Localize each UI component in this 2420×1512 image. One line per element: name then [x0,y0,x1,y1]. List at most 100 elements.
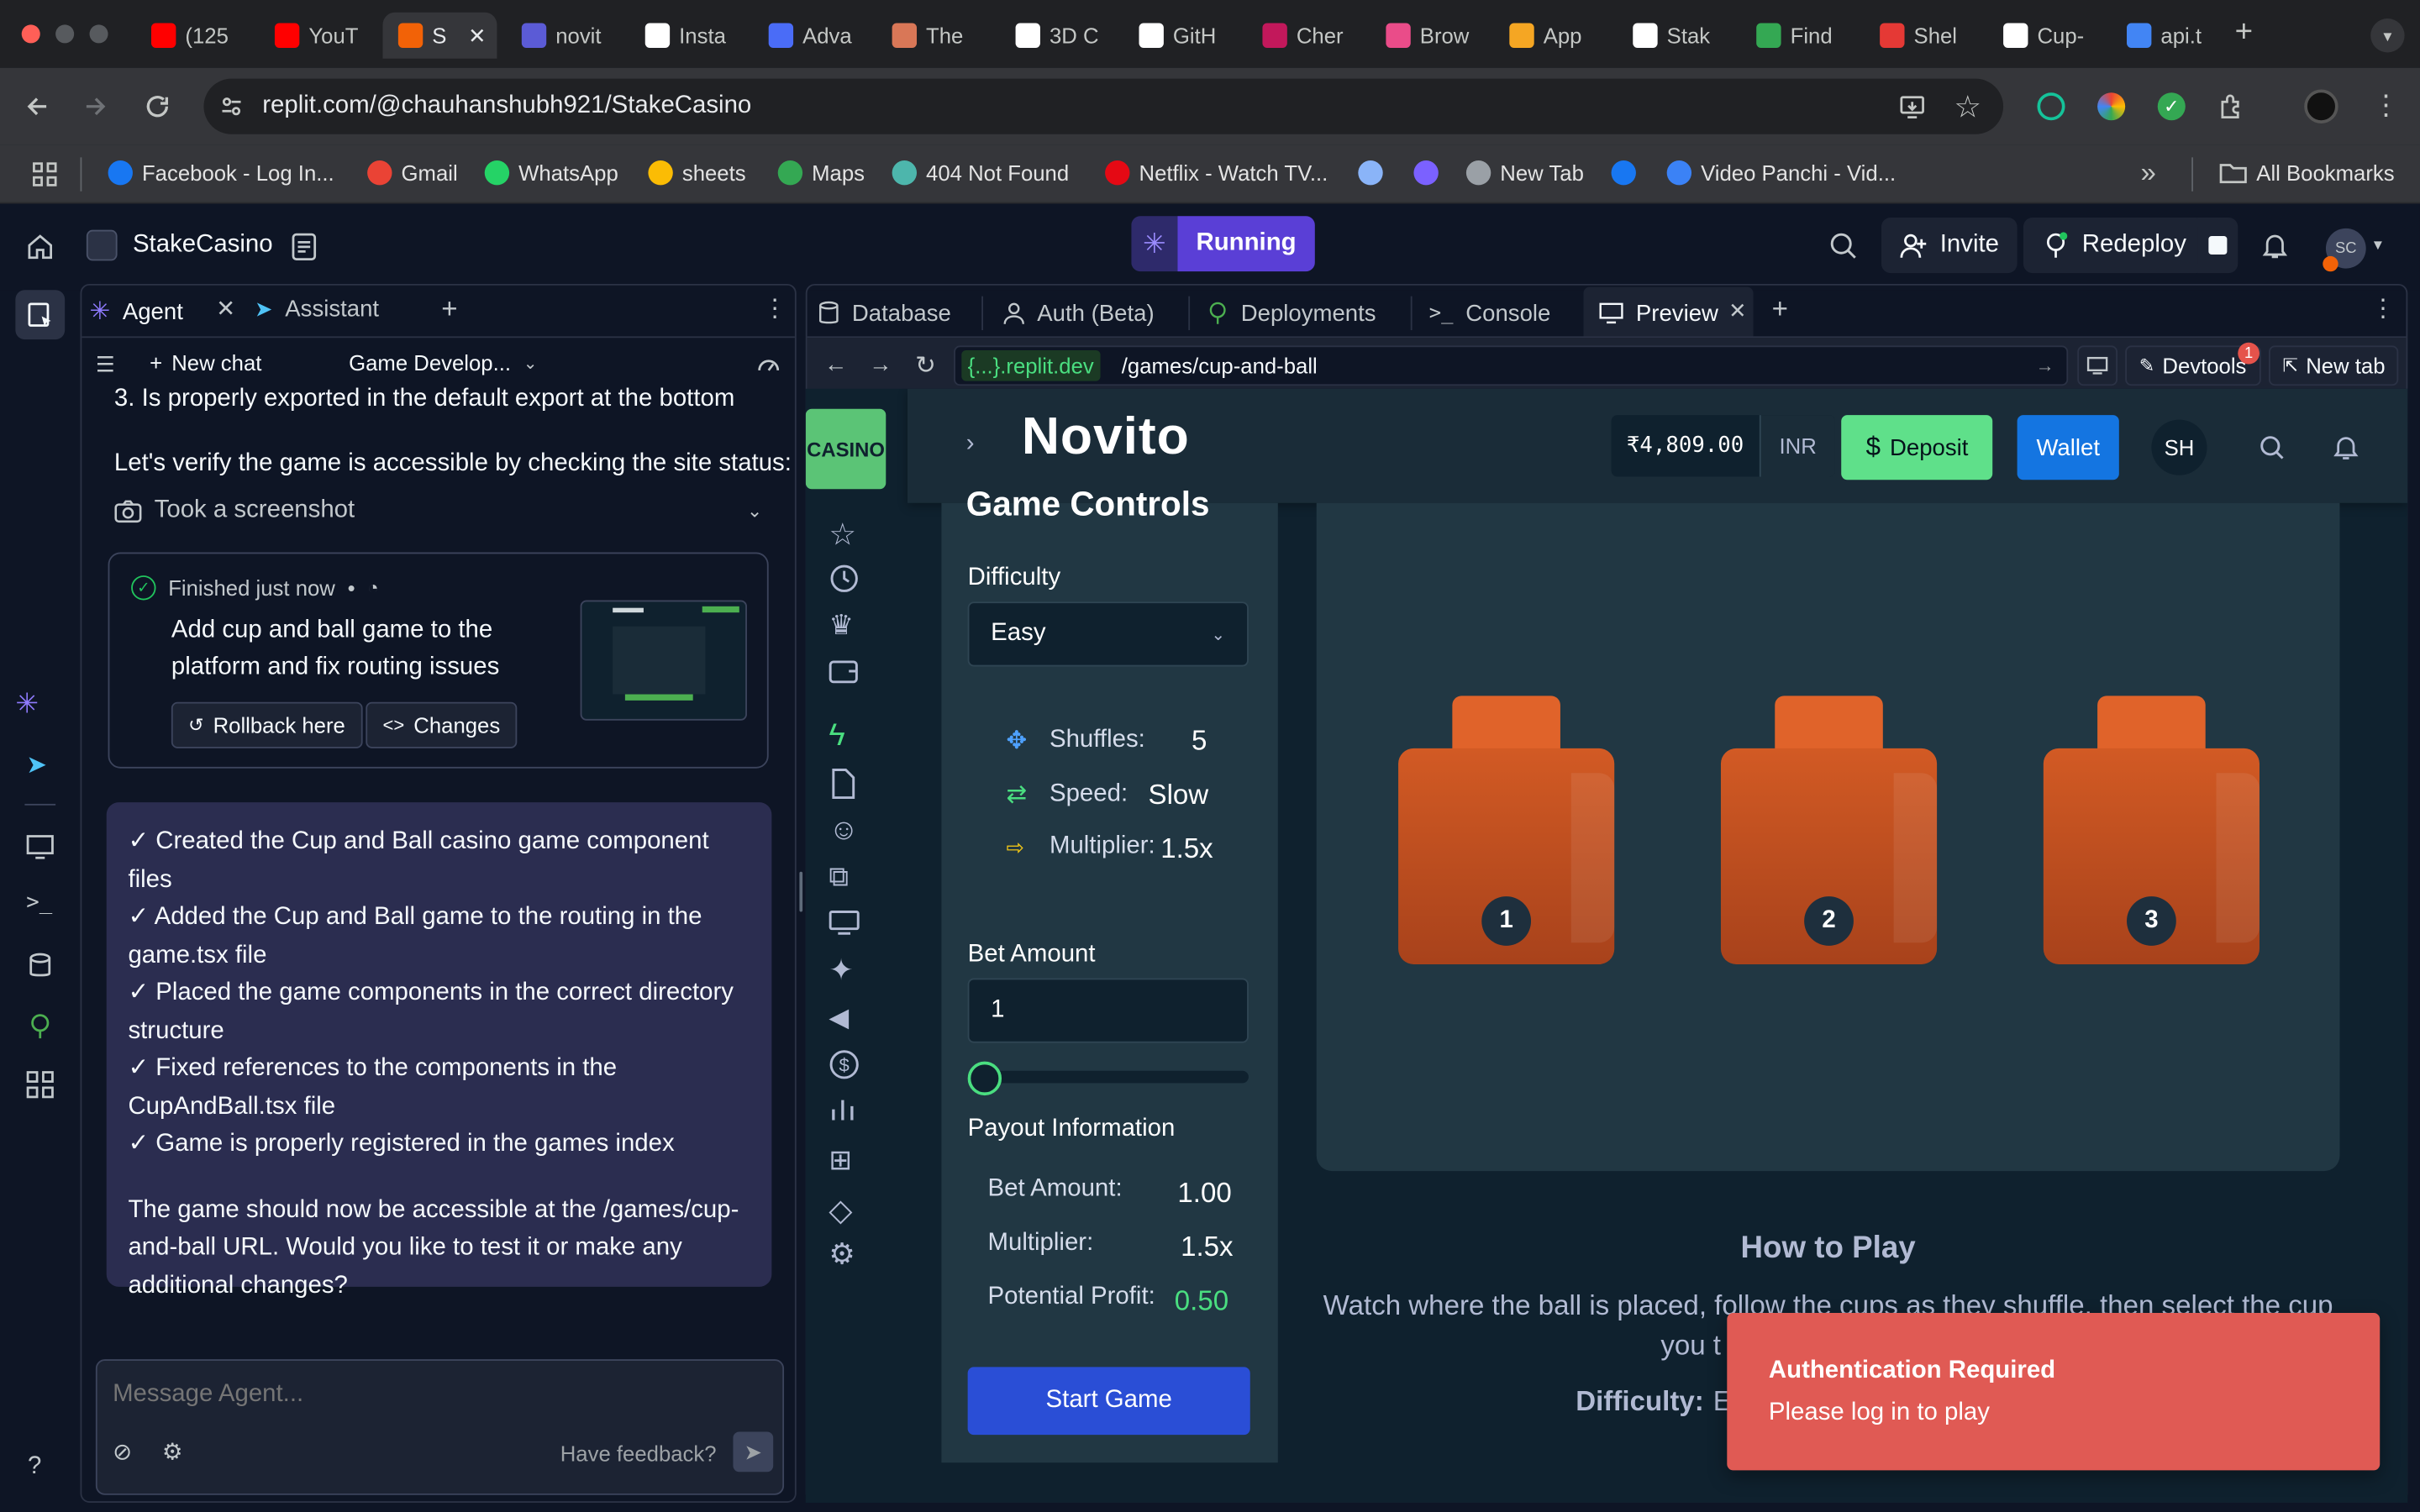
all-bookmarks-folder[interactable]: All Bookmarks [2219,160,2395,185]
chat-history-list-icon[interactable]: ☰ [96,352,115,378]
minimize-window-button[interactable] [55,24,75,44]
new-right-tab-plus-icon[interactable]: + [1772,293,1788,326]
close-tab-icon[interactable]: ✕ [468,23,487,49]
notifications-bell-icon[interactable] [2333,433,2359,461]
wallet-button[interactable]: Wallet [2017,415,2119,480]
webview-back-icon[interactable]: ← [824,352,848,378]
color-extension-icon[interactable] [2097,92,2126,121]
more-bookmarks-chevron-icon[interactable]: » [2141,157,2156,190]
bookmark-item[interactable]: Video Panchi - Vid... [1666,160,1896,186]
casino-tab[interactable]: CASINO [805,408,886,490]
bet-slider-thumb[interactable] [967,1061,1002,1096]
redeploy-button[interactable]: Redeploy [2023,217,2205,274]
tab-auth[interactable]: Auth (Beta) [1003,290,1155,336]
browser-tab[interactable]: Cup- [1988,13,2106,59]
deploy-rail-icon[interactable] [26,1012,54,1040]
bookmark-item[interactable]: Gmail [367,160,458,186]
bet-amount-input[interactable] [967,978,1249,1043]
browser-tab[interactable]: S ✕ [382,12,497,59]
browser-tab[interactable]: Stak [1618,13,1735,59]
send-icon[interactable]: ➤ [733,1431,774,1473]
tab-deployments[interactable]: Deployments [1207,290,1376,336]
bookmark-item[interactable]: 404 Not Found [892,160,1069,186]
dollar-circle-icon[interactable]: $ [829,1049,862,1083]
lightning-icon[interactable]: ϟ [829,719,862,753]
maximize-window-button[interactable] [89,24,108,44]
check-extension-icon[interactable]: ✓ [2157,92,2186,121]
new-left-tab-plus-icon[interactable]: + [441,293,457,326]
new-tab-plus-icon[interactable]: + [2235,15,2253,50]
tab-assistant[interactable]: ➤ Assistant [255,297,379,323]
recent-clock-icon[interactable] [829,563,862,596]
difficulty-select[interactable]: Easy ⌄ [967,601,1249,667]
speed-gauge-icon[interactable] [756,352,781,374]
device-toggle-icon[interactable] [2077,345,2118,386]
chrome-menu-icon[interactable]: ⋮ [2372,90,2400,121]
tab-preview[interactable]: Preview [1599,290,1718,336]
expand-chevron-icon[interactable]: ⌄ [747,500,762,522]
database-rail-icon[interactable] [28,952,52,979]
install-app-icon[interactable] [1898,92,1926,120]
assistant-rail-icon[interactable]: ➤ [26,750,47,781]
grammarly-extension-icon[interactable] [2037,92,2065,121]
avatar-chevron-icon[interactable]: ▾ [2374,234,2382,255]
deposit-button[interactable]: $ Deposit [1841,415,1993,480]
feedback-link[interactable]: Have feedback? [560,1441,717,1466]
deploy-options-icon[interactable] [2197,217,2238,274]
close-window-button[interactable] [21,24,40,44]
forward-arrow-icon[interactable] [83,94,108,118]
favourites-star-icon[interactable]: ☆ [829,515,862,552]
checkpoint-thumbnail[interactable] [580,600,747,721]
go-arrow-icon[interactable]: → [2036,354,2054,376]
browser-tab[interactable]: api.t [2112,13,2229,59]
browser-tab[interactable]: Find [1741,13,1859,59]
extensions-puzzle-icon[interactable] [2217,92,2245,120]
browser-tab[interactable]: YouT [260,13,377,59]
wallet-icon[interactable] [829,657,862,690]
help-icon[interactable]: ? [28,1453,41,1481]
browser-tab[interactable]: App [1494,13,1612,59]
start-game-button[interactable]: Start Game [967,1367,1250,1436]
browser-tab[interactable]: Adva [753,13,871,59]
profile-avatar[interactable] [2304,89,2338,123]
webview-forward-icon[interactable]: → [869,352,892,378]
cup-1[interactable]: 1 [1398,696,1615,964]
search-icon[interactable] [1829,232,1857,260]
invite-button[interactable]: Invite [1881,217,2018,274]
bookmark-item[interactable]: Facebook - Log In... [108,160,334,186]
browser-tab[interactable]: GitH [1123,13,1241,59]
notifications-bell-icon[interactable] [2261,232,2289,260]
thread-selector[interactable]: Game Develop... ⌄ [349,350,538,375]
diamond-icon[interactable]: ◇ [829,1191,862,1228]
document-icon[interactable] [829,769,862,802]
brand-logo[interactable]: Novito [1022,407,1190,468]
expand-sidebar-chevron-icon[interactable]: › [966,430,975,458]
project-info-icon[interactable] [290,232,318,263]
browser-tab[interactable]: novit [506,13,623,59]
shell-rail-icon[interactable]: >_ [26,890,52,915]
pane-resize-handle[interactable] [799,871,803,912]
tab-agent[interactable]: ✳ Agent [90,297,183,328]
left-pane-menu-icon[interactable]: ⋮ [762,293,786,324]
bookmark-item[interactable]: Netflix - Watch TV... [1105,160,1328,186]
run-status-button[interactable]: ✳ Running [1131,216,1315,272]
user-avatar[interactable]: SH [2151,419,2207,475]
cup-2[interactable]: 2 [1720,696,1938,964]
bookmark-item[interactable]: Maps [777,160,865,186]
project-name[interactable]: StakeCasino [86,229,273,261]
close-preview-tab-icon[interactable]: ✕ [1728,297,1747,323]
files-rail-button[interactable] [15,290,66,340]
agent-rail-icon[interactable]: ✳ [15,688,39,721]
bar-chart-icon[interactable] [829,1095,862,1129]
webview-url-bar[interactable]: {...}.replit.dev /games/cup-and-ball → [954,345,2069,386]
browser-tab[interactable]: Brow [1370,13,1488,59]
back-arrow-icon[interactable] [24,94,49,118]
browser-tab[interactable]: Cher [1247,13,1365,59]
bet-slider-track[interactable] [967,1070,1249,1084]
screenshot-action-row[interactable]: Took a screenshot ⌄ [114,496,762,524]
trophy-icon[interactable]: ♛ [829,610,862,643]
home-icon[interactable] [26,233,54,260]
bookmark-item[interactable]: sheets [648,160,746,186]
balance-display[interactable]: ₹4,809.00 INR [1611,415,1835,477]
browser-tab[interactable]: Insta [629,13,747,59]
